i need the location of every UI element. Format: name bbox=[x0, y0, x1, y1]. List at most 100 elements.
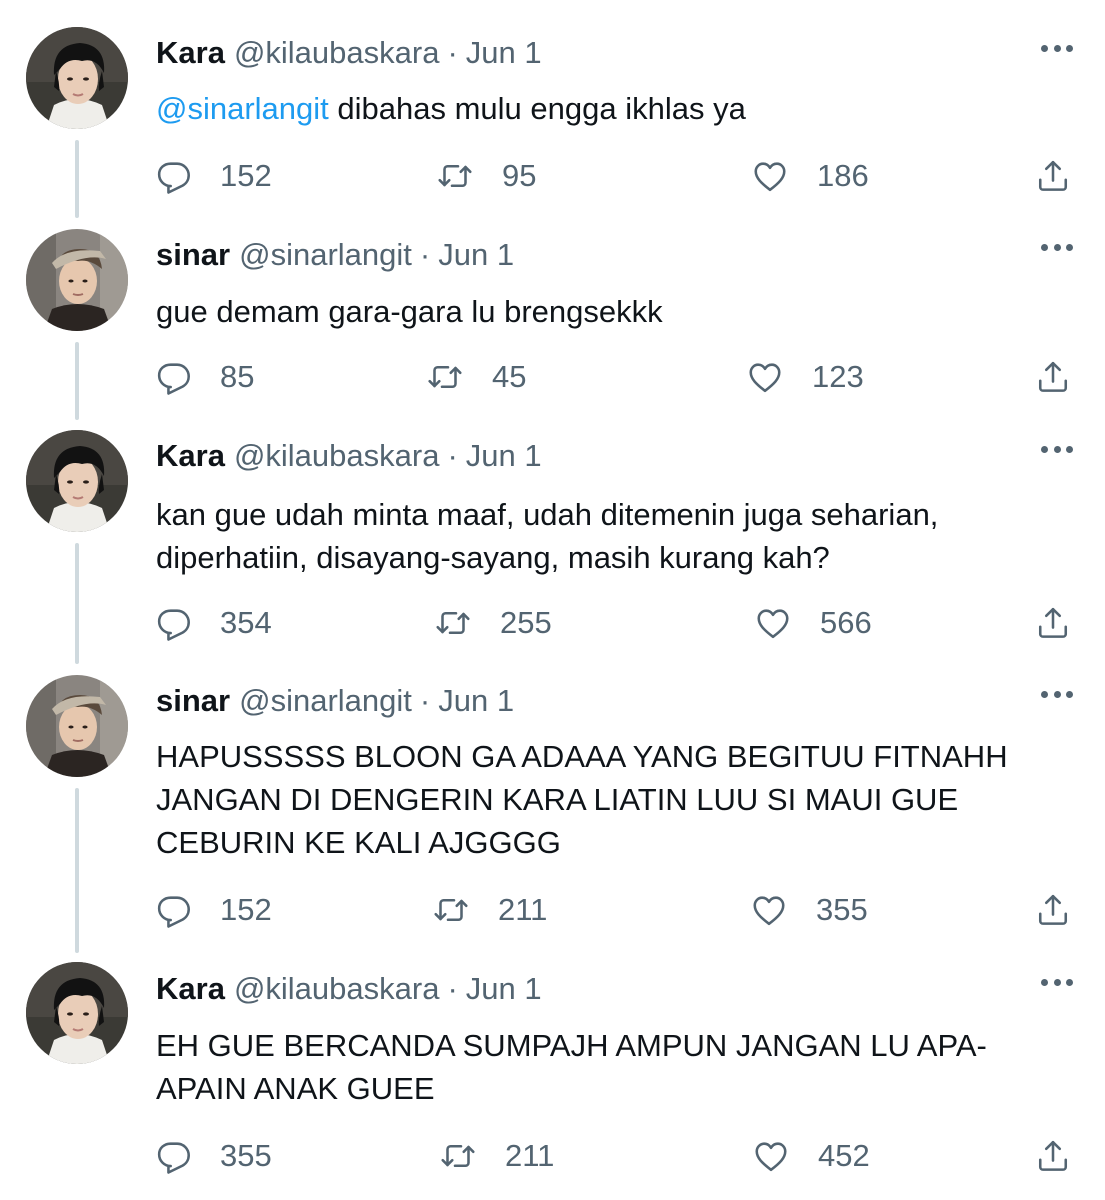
more-icon[interactable] bbox=[1041, 688, 1073, 700]
display-name[interactable]: Kara bbox=[156, 438, 225, 474]
separator-dot: · bbox=[419, 683, 431, 718]
tweet-date[interactable]: Jun 1 bbox=[466, 971, 542, 1007]
retweet-button[interactable]: 45 bbox=[426, 355, 526, 399]
avatar[interactable] bbox=[26, 430, 128, 532]
tweet[interactable]: sinar @sinarlangit · Jun 1 gue demam gar… bbox=[0, 210, 1105, 410]
like-button[interactable]: 186 bbox=[751, 154, 869, 198]
more-icon[interactable] bbox=[1041, 241, 1073, 253]
tweet-thread: Kara @kilaubaskara · Jun 1 @sinarlangit … bbox=[0, 0, 1105, 1200]
tweet-text-body: dibahas mulu engga ikhlas ya bbox=[328, 91, 746, 126]
reply-icon bbox=[156, 158, 192, 194]
mention-link[interactable]: @sinarlangit bbox=[156, 91, 329, 126]
retweet-button[interactable]: 211 bbox=[439, 1134, 554, 1178]
reply-count: 354 bbox=[220, 605, 272, 640]
share-icon bbox=[1035, 604, 1071, 642]
tweet-text: HAPUSSSSS BLOON GA ADAAA YANG BEGITUU FI… bbox=[156, 739, 1008, 860]
reply-icon bbox=[156, 359, 192, 395]
tweet[interactable]: sinar @sinarlangit · Jun 1 HAPUSSSSS BLO… bbox=[0, 655, 1105, 945]
user-handle[interactable]: @kilaubaskara bbox=[234, 971, 440, 1007]
avatar[interactable] bbox=[26, 962, 128, 1064]
retweet-count: 255 bbox=[500, 605, 552, 640]
tweet-date[interactable]: Jun 1 bbox=[438, 683, 514, 719]
like-button[interactable]: 452 bbox=[752, 1134, 870, 1178]
reply-count: 355 bbox=[220, 1138, 272, 1173]
separator-dot: · bbox=[419, 237, 431, 272]
avatar[interactable] bbox=[26, 675, 128, 777]
tweet[interactable]: Kara @kilaubaskara · Jun 1 kan gue udah … bbox=[0, 410, 1105, 655]
retweet-icon bbox=[436, 158, 474, 194]
user-handle[interactable]: @kilaubaskara bbox=[234, 35, 440, 71]
like-icon bbox=[754, 605, 792, 641]
profile-photo-icon bbox=[26, 27, 128, 129]
profile-photo-icon bbox=[26, 962, 128, 1064]
like-count: 566 bbox=[820, 605, 872, 640]
display-name[interactable]: Kara bbox=[156, 35, 225, 71]
share-button[interactable] bbox=[1035, 154, 1071, 198]
separator-dot: · bbox=[447, 971, 458, 1006]
like-button[interactable]: 123 bbox=[746, 355, 864, 399]
more-icon[interactable] bbox=[1041, 443, 1073, 455]
tweet-actions: 152 211 355 bbox=[156, 888, 1071, 932]
reply-icon bbox=[156, 1138, 192, 1174]
like-button[interactable]: 355 bbox=[750, 888, 868, 932]
retweet-icon bbox=[426, 359, 464, 395]
reply-count: 152 bbox=[220, 892, 272, 927]
reply-button[interactable]: 85 bbox=[156, 355, 254, 399]
reply-icon bbox=[156, 605, 192, 641]
reply-button[interactable]: 152 bbox=[156, 154, 272, 198]
tweet-date[interactable]: Jun 1 bbox=[438, 237, 514, 273]
like-count: 452 bbox=[818, 1138, 870, 1173]
separator-dot: · bbox=[447, 438, 458, 473]
retweet-button[interactable]: 255 bbox=[434, 601, 552, 645]
share-icon bbox=[1035, 891, 1071, 929]
tweet-actions: 152 95 186 bbox=[156, 154, 1071, 198]
share-button[interactable] bbox=[1035, 888, 1071, 932]
tweet-text: gue demam gara-gara lu brengsekkk bbox=[156, 294, 663, 329]
tweet-actions: 354 255 566 bbox=[156, 601, 1071, 645]
tweet-date[interactable]: Jun 1 bbox=[466, 438, 542, 474]
like-icon bbox=[751, 158, 789, 194]
avatar[interactable] bbox=[26, 27, 128, 129]
display-name[interactable]: Kara bbox=[156, 971, 225, 1007]
more-icon[interactable] bbox=[1041, 42, 1073, 54]
separator-dot: · bbox=[447, 35, 458, 70]
tweet-text: EH GUE BERCANDA SUMPAJH AMPUN JANGAN LU … bbox=[156, 1028, 987, 1106]
retweet-button[interactable]: 211 bbox=[432, 888, 547, 932]
share-icon bbox=[1035, 358, 1071, 396]
share-button[interactable] bbox=[1035, 1134, 1071, 1178]
user-handle[interactable]: @sinarlangit bbox=[239, 237, 412, 273]
retweet-count: 95 bbox=[502, 158, 537, 193]
reply-count: 85 bbox=[220, 359, 255, 394]
more-icon[interactable] bbox=[1041, 976, 1073, 988]
user-handle[interactable]: @kilaubaskara bbox=[234, 438, 440, 474]
retweet-button[interactable]: 95 bbox=[436, 154, 536, 198]
share-button[interactable] bbox=[1035, 601, 1071, 645]
reply-icon bbox=[156, 892, 192, 928]
user-handle[interactable]: @sinarlangit bbox=[239, 683, 412, 719]
tweet[interactable]: Kara @kilaubaskara · Jun 1 EH GUE BERCAN… bbox=[0, 945, 1105, 1200]
like-button[interactable]: 566 bbox=[754, 601, 872, 645]
display-name[interactable]: sinar bbox=[156, 683, 230, 719]
retweet-count: 211 bbox=[498, 892, 548, 927]
tweet-header: sinar @sinarlangit · Jun 1 bbox=[156, 235, 514, 275]
reply-button[interactable]: 355 bbox=[156, 1134, 272, 1178]
tweet-header: Kara @kilaubaskara · Jun 1 bbox=[156, 969, 542, 1009]
profile-photo-icon bbox=[26, 229, 128, 331]
reply-count: 152 bbox=[220, 158, 272, 193]
like-count: 186 bbox=[817, 158, 869, 193]
tweet[interactable]: Kara @kilaubaskara · Jun 1 @sinarlangit … bbox=[0, 0, 1105, 210]
tweet-actions: 355 211 452 bbox=[156, 1134, 1071, 1178]
display-name[interactable]: sinar bbox=[156, 237, 230, 273]
reply-button[interactable]: 354 bbox=[156, 601, 272, 645]
share-button[interactable] bbox=[1035, 355, 1071, 399]
retweet-count: 211 bbox=[505, 1138, 555, 1173]
avatar[interactable] bbox=[26, 229, 128, 331]
retweet-icon bbox=[432, 892, 470, 928]
tweet-header: Kara @kilaubaskara · Jun 1 bbox=[156, 33, 542, 73]
share-icon bbox=[1035, 157, 1071, 195]
profile-photo-icon bbox=[26, 430, 128, 532]
like-count: 355 bbox=[816, 892, 868, 927]
tweet-header: Kara @kilaubaskara · Jun 1 bbox=[156, 436, 542, 476]
tweet-date[interactable]: Jun 1 bbox=[466, 35, 542, 71]
reply-button[interactable]: 152 bbox=[156, 888, 272, 932]
